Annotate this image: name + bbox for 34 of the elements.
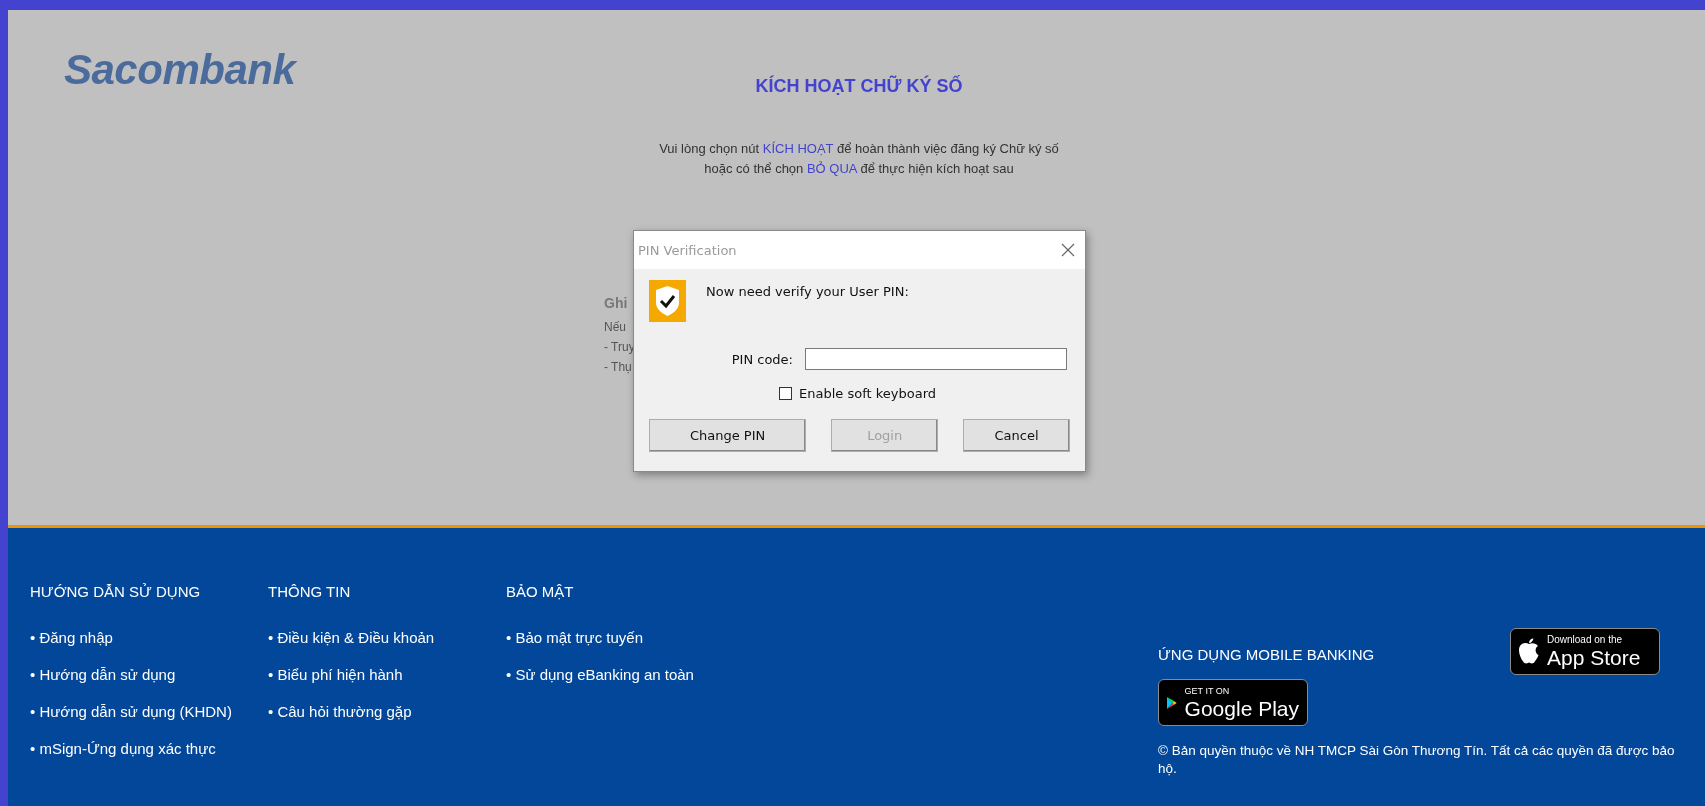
copyright-text: © Bản quyền thuộc về NH TMCP Sài Gòn Thương Tín. Tất cả các quyền đã được bảo hộ. (1158, 742, 1676, 778)
footer-heading: THÔNG TIN (268, 583, 351, 600)
dialog-button[interactable]: Change PIN (649, 419, 807, 452)
dialog-title: PIN Verification (638, 242, 737, 258)
google-play-badge[interactable]: GET IT ON Google Play (1158, 679, 1308, 726)
instruction-text: hoặc có thể chọn BỎ QUA để thực hiện kích hoạt sau (704, 160, 1014, 178)
page-title: KÍCH HOẠT CHỮ KÝ SỐ (755, 76, 963, 97)
footer-heading: BẢO MẬT (506, 583, 574, 600)
footer-heading: HƯỚNG DẪN SỬ DỤNG (30, 583, 201, 600)
shield-check-icon (649, 280, 686, 322)
footer-link[interactable]: • Điều kiện & Điều khoản (268, 619, 435, 656)
footer-link[interactable]: • Biểu phí hiện hành (268, 656, 403, 693)
footer-link[interactable]: • Đăng nhập (30, 619, 113, 656)
footer-link[interactable]: • Hướng dẫn sử dụng (30, 656, 176, 693)
logo: Sacombank (64, 46, 296, 94)
instruction-text: Vui lòng chọn nút KÍCH HOẠT để hoàn thành việc đăng ký Chữ ký số (659, 140, 1059, 158)
footer-link[interactable]: • mSign-Ứng dụng xác thực (30, 730, 216, 767)
footer-link[interactable]: • Hướng dẫn sử dụng (KHDN) (30, 693, 232, 730)
app-store-badge[interactable]: Download on the App Store (1510, 628, 1660, 675)
checkbox-label: Enable soft keyboard (799, 386, 936, 401)
apple-icon (1519, 638, 1539, 665)
note-text: - Thụ (604, 359, 632, 376)
note-heading: Ghi (604, 295, 628, 311)
footer-link[interactable]: • Câu hỏi thường gặp (268, 693, 412, 730)
footer-link[interactable]: • Sử dụng eBanking an toàn (506, 656, 694, 693)
close-icon[interactable] (1061, 243, 1075, 257)
dialog-button[interactable]: Cancel (963, 419, 1070, 452)
footer-link[interactable]: • Bảo mật trực tuyến (506, 619, 643, 656)
checkbox[interactable] (779, 387, 792, 400)
dialog-message: Now need verify your User PIN: (706, 284, 909, 299)
pin-field[interactable] (805, 348, 1067, 370)
pin-label: PIN code: (731, 351, 793, 367)
mobile-heading: ỨNG DỤNG MOBILE BANKING (1158, 646, 1375, 663)
note-text: Nếu (604, 319, 626, 336)
